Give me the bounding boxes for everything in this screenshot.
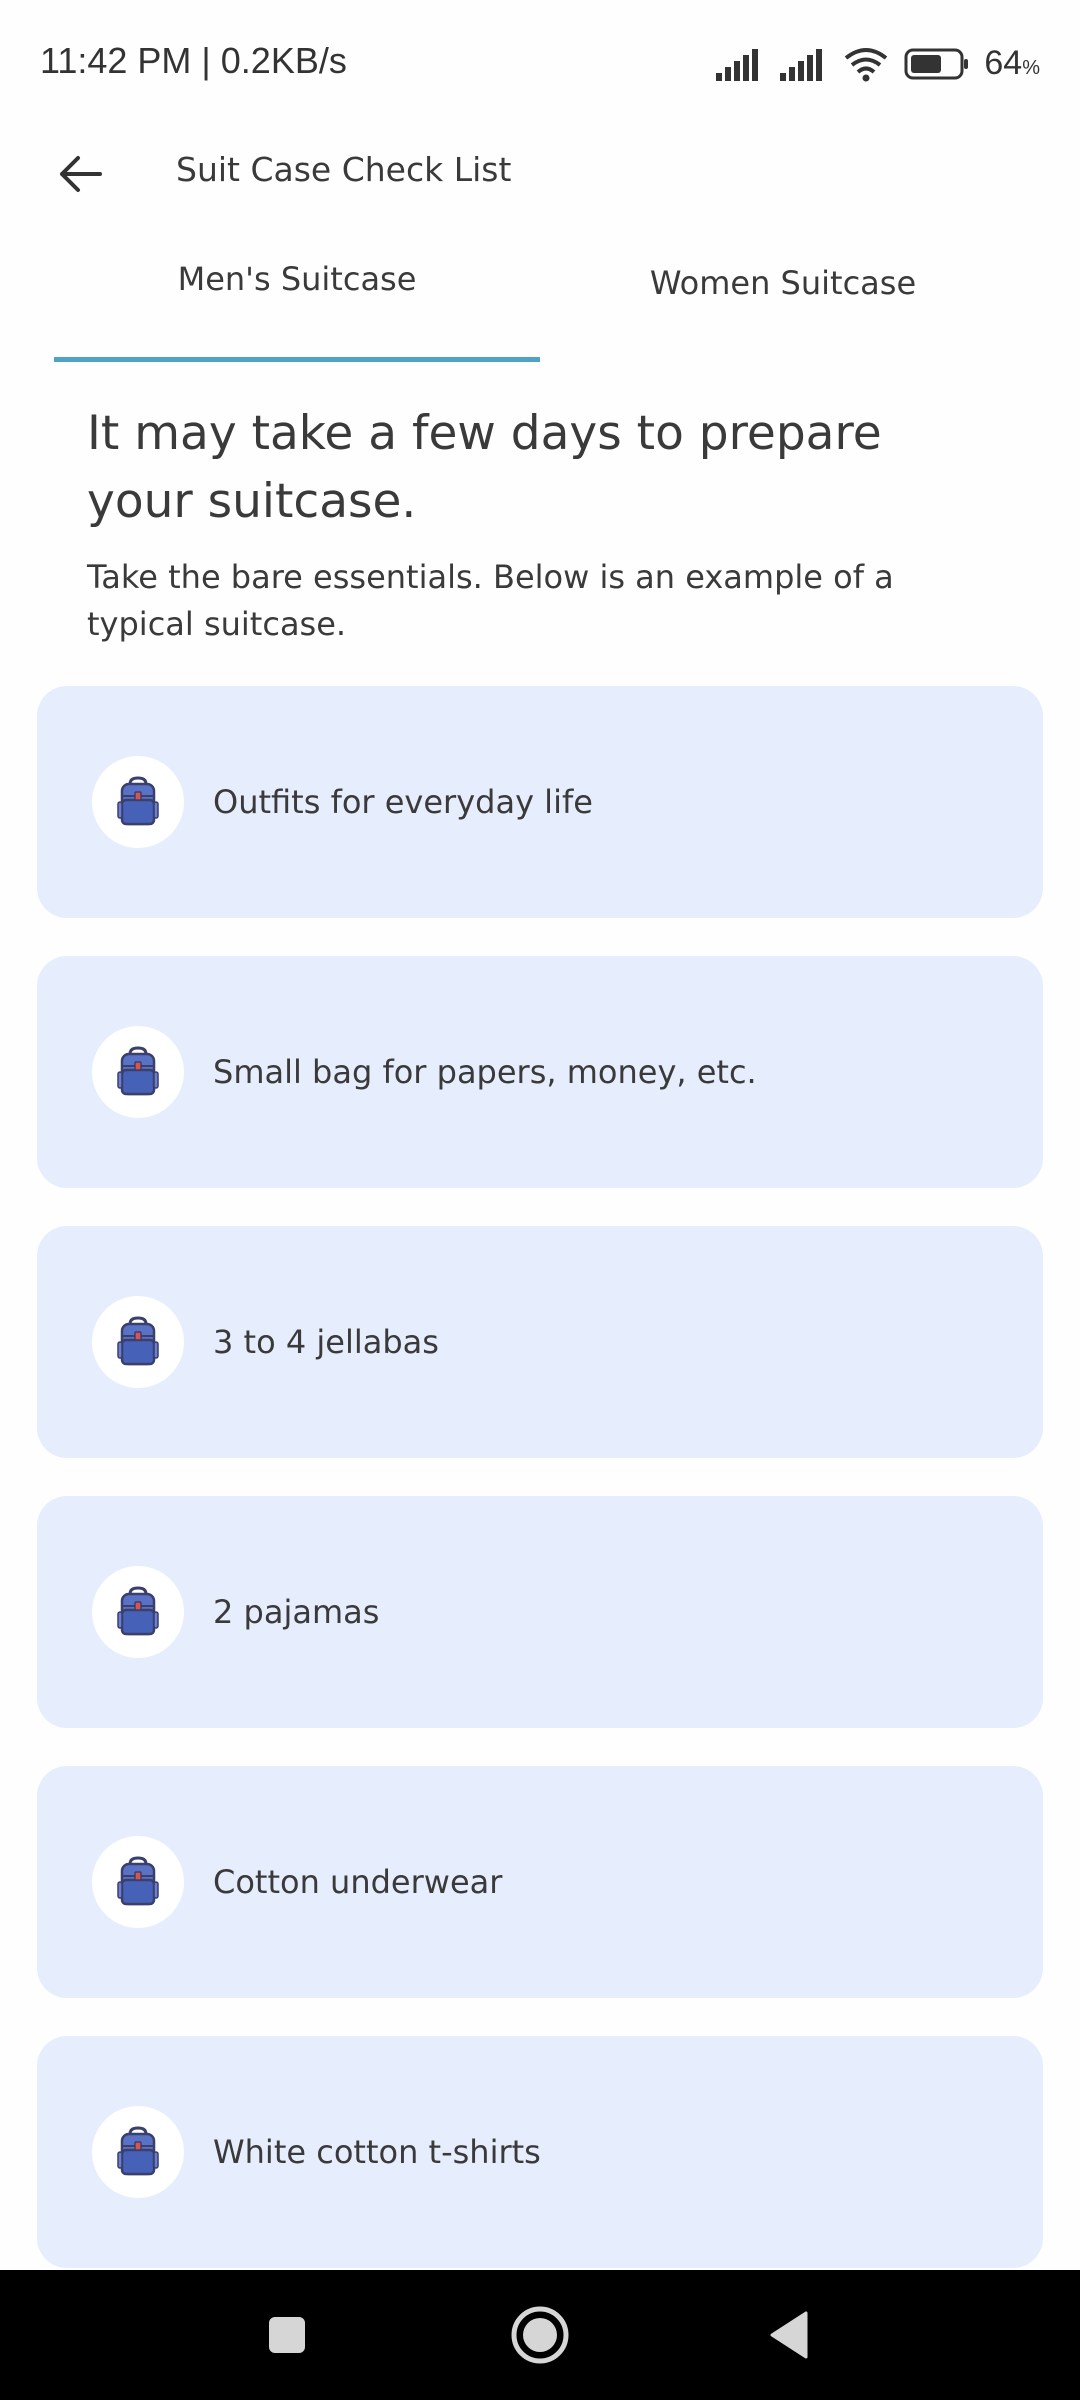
checklist: Outfits for everyday life Small bag for … — [37, 686, 1043, 2306]
list-item-label: 2 pajamas — [213, 1593, 380, 1631]
status-icons: 64% — [714, 44, 1040, 83]
list-item[interactable]: 2 pajamas — [37, 1496, 1043, 1728]
back-button[interactable] — [50, 144, 110, 204]
square-icon — [269, 2317, 305, 2353]
signal-icon — [780, 48, 823, 81]
home-circle-icon — [511, 2306, 569, 2364]
list-item[interactable]: 3 to 4 jellabas — [37, 1226, 1043, 1458]
page-title: Suit Case Check List — [176, 150, 512, 189]
battery-unit: % — [1022, 57, 1040, 79]
tab-women-suitcase[interactable]: Women Suitcase — [540, 240, 1026, 365]
intro-subtitle: Take the bare essentials. Below is an ex… — [87, 558, 894, 643]
system-nav-bar — [0, 2270, 1080, 2400]
wifi-icon — [845, 47, 888, 81]
battery-percent: 64 — [984, 44, 1023, 82]
list-item[interactable]: Outfits for everyday life — [37, 686, 1043, 918]
icon-circle — [92, 756, 184, 848]
icon-circle — [92, 1026, 184, 1118]
backpack-icon — [117, 776, 159, 826]
icon-circle — [92, 2106, 184, 2198]
backpack-icon — [117, 1856, 159, 1906]
backpack-icon — [117, 1586, 159, 1636]
icon-circle — [92, 1566, 184, 1658]
backpack-icon — [117, 1046, 159, 1096]
signal-icon — [716, 48, 759, 81]
battery-level: 64% — [984, 44, 1040, 83]
home-button[interactable] — [505, 2300, 575, 2370]
list-item[interactable]: White cotton t-shirts — [37, 2036, 1043, 2268]
nav-back-button[interactable] — [755, 2300, 825, 2370]
tab-mens-suitcase[interactable]: Men's Suitcase — [54, 240, 540, 365]
intro-heading: It may take a few days to prepare your s… — [87, 406, 882, 529]
list-item-label: Outfits for everyday life — [213, 783, 593, 821]
list-item[interactable]: Cotton underwear — [37, 1766, 1043, 1998]
recents-button[interactable] — [252, 2300, 322, 2370]
list-item-label: 3 to 4 jellabas — [213, 1323, 439, 1361]
backpack-icon — [117, 2126, 159, 2176]
backpack-icon — [117, 1316, 159, 1366]
status-time: 11:42 PM | 0.2KB/s — [40, 40, 347, 81]
list-item-label: Small bag for papers, money, etc. — [213, 1053, 757, 1091]
tab-bar: Men's Suitcase Women Suitcase — [0, 240, 1080, 365]
intro-section: It may take a few days to prepare your s… — [87, 400, 987, 648]
list-item-label: White cotton t-shirts — [213, 2133, 541, 2171]
list-item[interactable]: Small bag for papers, money, etc. — [37, 956, 1043, 1188]
battery-icon — [904, 48, 969, 79]
list-item-label: Cotton underwear — [213, 1863, 503, 1901]
app-bar: Suit Case Check List — [0, 130, 1080, 212]
arrow-left-icon — [60, 156, 102, 192]
triangle-back-icon — [770, 2311, 808, 2359]
icon-circle — [92, 1296, 184, 1388]
tab-indicator — [54, 357, 540, 362]
icon-circle — [92, 1836, 184, 1928]
status-bar: 11:42 PM | 0.2KB/s 64% — [0, 0, 1080, 130]
